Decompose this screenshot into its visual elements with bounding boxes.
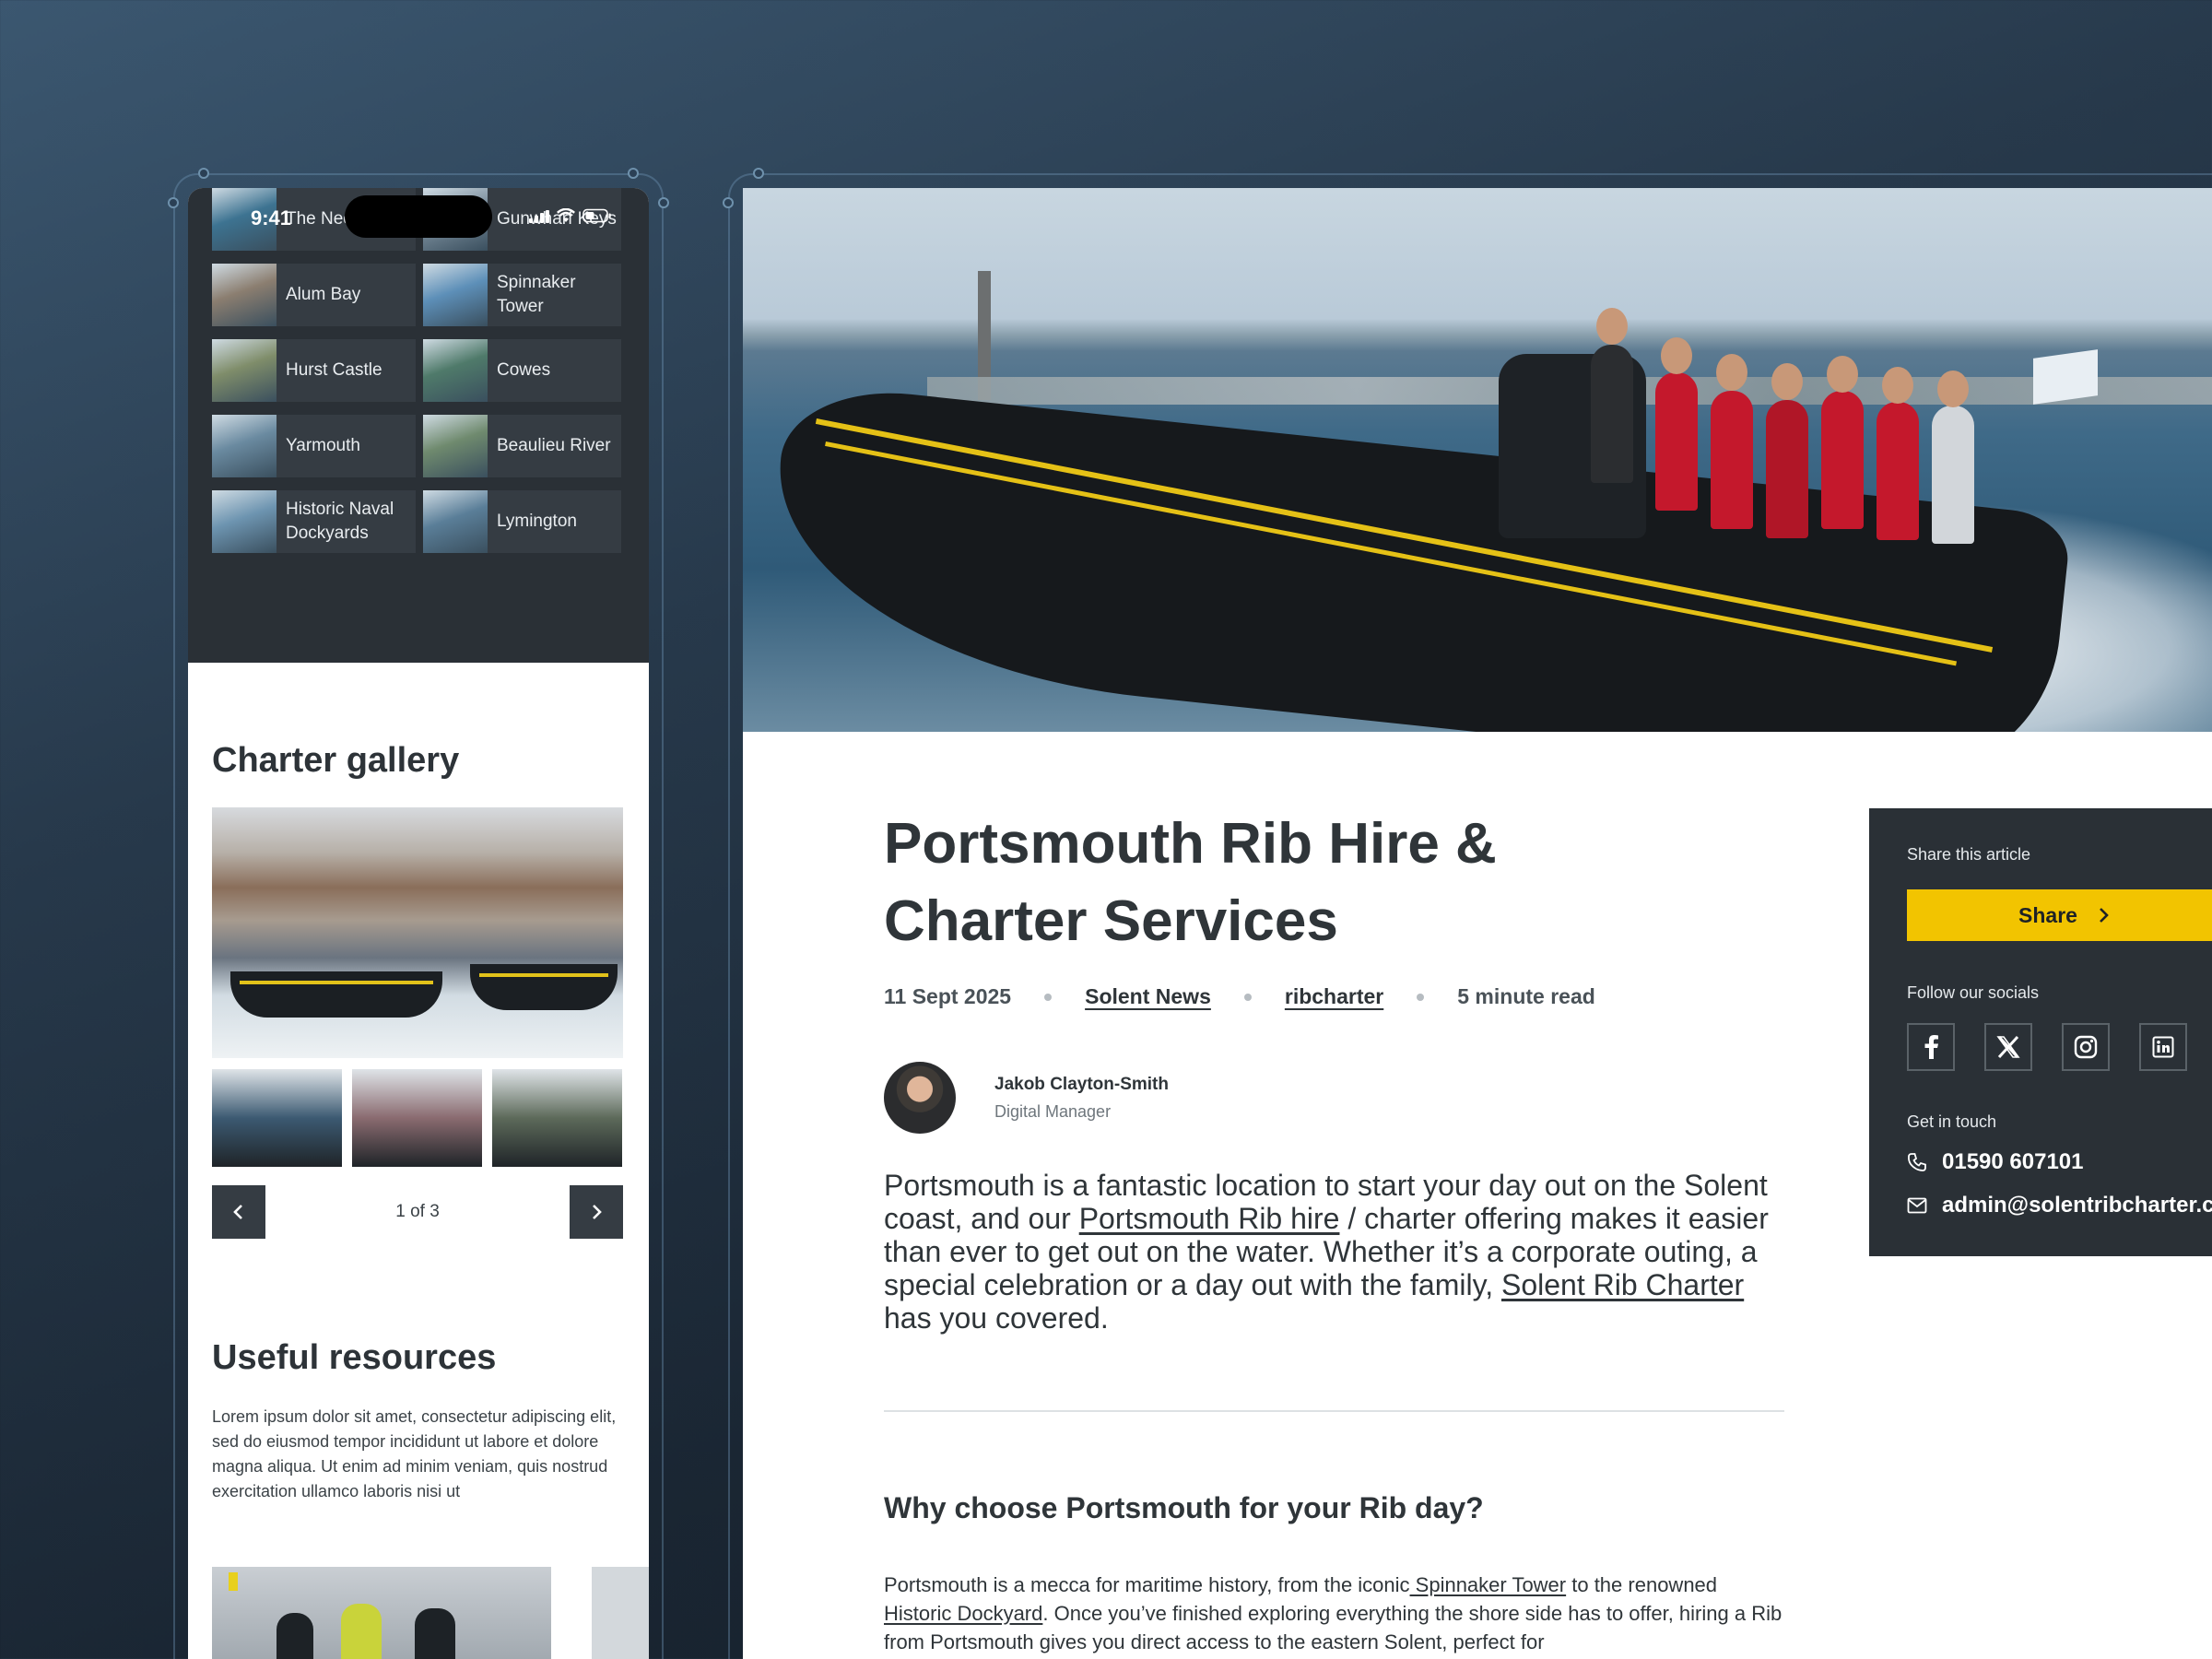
- location-card[interactable]: Yarmouth: [212, 415, 416, 477]
- portsmouth-rib-hire-link[interactable]: Portsmouth Rib hire: [1079, 1202, 1340, 1235]
- mobile-preview: The Needles Gunwharf Keys Alum Bay Spinnake…: [188, 188, 649, 1659]
- meta-separator: [1243, 993, 1252, 1001]
- solent-rib-charter-link[interactable]: Solent Rib Charter: [1501, 1268, 1744, 1301]
- author-block: Jakob Clayton-Smith Digital Manager: [884, 1062, 1169, 1134]
- locations-grid: The Needles Gunwharf Keys Alum Bay Spinnake…: [212, 188, 621, 553]
- resource-card[interactable]: [212, 1567, 551, 1659]
- facebook-icon[interactable]: [1907, 1023, 1955, 1071]
- status-time: 9:41: [251, 206, 292, 229]
- article-body: Portsmouth is a mecca for maritime histo…: [884, 1573, 1783, 1653]
- gallery-counter: 1 of 3: [395, 1202, 440, 1221]
- article-title: Portsmouth Rib Hire & Charter Services: [884, 812, 1497, 953]
- location-label: Historic Naval Dockyards: [286, 500, 394, 543]
- gallery-thumbnail[interactable]: [212, 1069, 342, 1167]
- hero-image: [743, 188, 2212, 732]
- linkedin-icon[interactable]: [2139, 1023, 2187, 1071]
- gallery-pagination: 1 of 3: [212, 1185, 623, 1239]
- x-icon[interactable]: [1984, 1023, 2032, 1071]
- location-label: Alum Bay: [286, 285, 361, 304]
- article-meta: 11 Sept 2025 Solent News ribcharter 5 mi…: [884, 984, 1595, 1009]
- frame-handle: [168, 197, 179, 208]
- location-card[interactable]: Spinnaker Tower: [423, 264, 621, 326]
- contact-label: Get in touch: [1907, 1112, 1997, 1131]
- section-divider: [884, 1410, 1784, 1412]
- resources-text: Lorem ipsum dolor sit amet, consectetur …: [212, 1407, 617, 1500]
- location-card[interactable]: Beaulieu River: [423, 415, 621, 477]
- location-label: Hurst Castle: [286, 360, 382, 380]
- location-label: Cowes: [497, 360, 551, 380]
- location-label: Beaulieu River: [497, 436, 611, 455]
- gallery-prev-button[interactable]: [212, 1185, 265, 1239]
- location-thumbnail: [212, 490, 276, 553]
- frame-handle: [198, 168, 209, 179]
- meta-separator: [1417, 993, 1425, 1001]
- author-name: Jakob Clayton-Smith: [994, 1074, 1169, 1094]
- phone-icon: [1908, 1153, 1926, 1171]
- gallery-thumbnail[interactable]: [492, 1069, 622, 1167]
- chevron-right-icon: [593, 1205, 602, 1219]
- read-time: 5 minute read: [1457, 984, 1595, 1008]
- location-thumbnail: [423, 339, 488, 402]
- instagram-icon[interactable]: [2062, 1023, 2110, 1071]
- email-address: admin@solentribcharter.co.uk: [1942, 1193, 2212, 1218]
- resources-title: Useful resources: [212, 1338, 497, 1377]
- desktop-article-page: Portsmouth Rib Hire & Charter Services 1…: [743, 188, 2212, 1659]
- gallery-title: Charter gallery: [212, 741, 460, 780]
- email-link[interactable]: admin@solentribcharter.co.uk: [1907, 1193, 2212, 1218]
- location-card[interactable]: Lymington: [423, 490, 621, 553]
- follow-label: Follow our socials: [1907, 983, 2040, 1002]
- gallery-thumbnail[interactable]: [352, 1069, 482, 1167]
- location-thumbnail: [423, 264, 488, 326]
- meta-separator: [1044, 993, 1053, 1001]
- location-thumbnail: [423, 415, 488, 477]
- historic-dockyard-link[interactable]: Historic Dockyard: [884, 1602, 1042, 1625]
- chevron-left-icon: [233, 1205, 242, 1219]
- location-card[interactable]: Hurst Castle: [212, 339, 416, 402]
- gallery-next-button[interactable]: [569, 1185, 623, 1239]
- phone-link[interactable]: 01590 607101: [1907, 1149, 2084, 1175]
- battery-icon: [582, 208, 612, 223]
- dynamic-island: [345, 195, 492, 238]
- share-button[interactable]: Share: [1907, 889, 2212, 941]
- location-label: Spinnaker Tower: [497, 273, 576, 316]
- location-card[interactable]: Alum Bay: [212, 264, 416, 326]
- location-label: Lymington: [497, 512, 577, 531]
- share-button-label: Share: [2018, 902, 2077, 927]
- mail-icon: [1907, 1197, 1927, 1214]
- location-thumbnail: [423, 490, 488, 553]
- article-lead: Portsmouth is a fantastic location to st…: [884, 1169, 1769, 1335]
- location-label: Yarmouth: [286, 436, 360, 455]
- gallery-main-image[interactable]: [212, 807, 623, 1058]
- frame-handle: [658, 197, 669, 208]
- spinnaker-tower-link[interactable]: Spinnaker Tower: [1410, 1573, 1566, 1596]
- location-thumbnail: [212, 264, 276, 326]
- frame-handle: [753, 168, 764, 179]
- phone-number: 01590 607101: [1942, 1149, 2084, 1174]
- locations-panel: The Needles Gunwharf Keys Alum Bay Spinnake…: [188, 188, 649, 663]
- section-heading: Why choose Portsmouth for your Rib day?: [884, 1491, 1484, 1524]
- status-icons: [529, 208, 612, 223]
- category-link[interactable]: Solent News: [1085, 984, 1211, 1009]
- social-links: [1907, 1023, 2187, 1071]
- chevron-right-icon: [2100, 908, 2109, 923]
- location-card[interactable]: Cowes: [423, 339, 621, 402]
- frame-handle: [723, 197, 734, 208]
- location-thumbnail: [212, 415, 276, 477]
- location-card[interactable]: Historic Naval Dockyards: [212, 490, 416, 553]
- author-avatar: [884, 1062, 956, 1134]
- wifi-icon: [557, 208, 575, 223]
- share-sidebar: Share this article Share Follow our soci…: [1869, 808, 2212, 1256]
- signal-icon: [529, 208, 549, 223]
- author-role: Digital Manager: [994, 1101, 1112, 1121]
- location-thumbnail: [212, 339, 276, 402]
- article-date: 11 Sept 2025: [884, 984, 1012, 1008]
- frame-handle: [628, 168, 639, 179]
- resource-card[interactable]: [592, 1567, 649, 1659]
- gallery-thumbnails: [212, 1069, 623, 1167]
- author-tag-link[interactable]: ribcharter: [1285, 984, 1383, 1009]
- share-label: Share this article: [1907, 845, 2031, 864]
